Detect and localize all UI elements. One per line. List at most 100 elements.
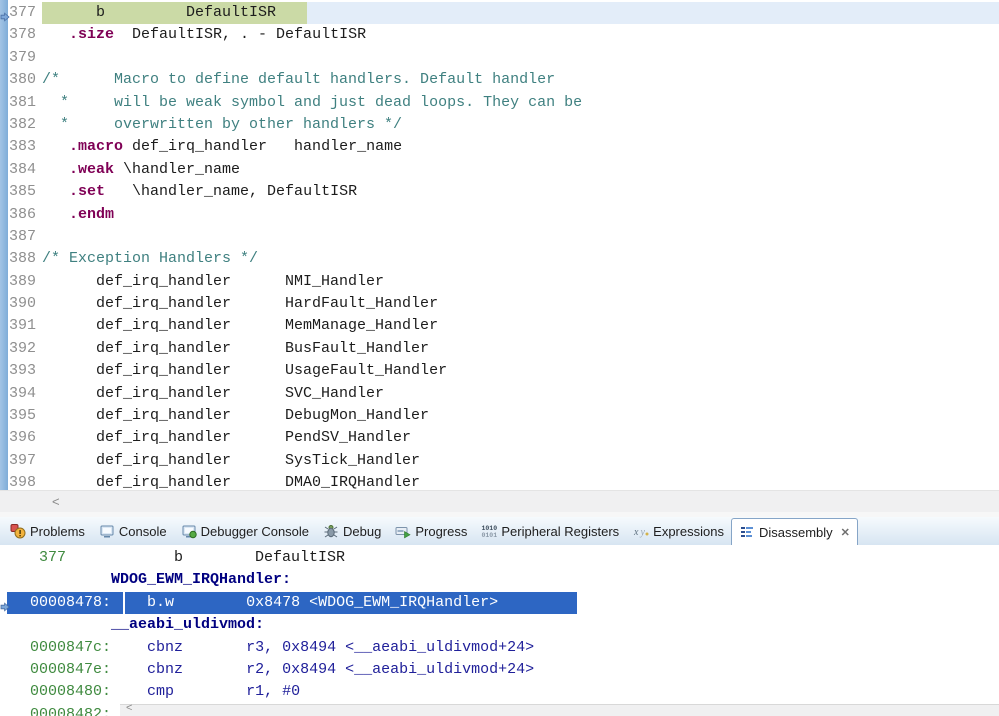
editor-line[interactable]: 398 def_irq_handler DMA0_IRQHandler — [0, 472, 999, 490]
editor-line[interactable]: 392 def_irq_handler BusFault_Handler — [0, 338, 999, 360]
instruction-address: 00008480: — [30, 683, 111, 700]
code-text: * overwritten by other handlers */ — [42, 114, 402, 136]
code-text: .size DefaultISR, . - DefaultISR — [42, 24, 366, 46]
code-segment — [42, 26, 69, 43]
line-number: 386 — [9, 204, 36, 226]
disassembly-instruction-row[interactable]: 0000847e: cbnz r2, 0x8494 <__aeabi_uldiv… — [0, 659, 999, 681]
code-segment: def_irq_handler UsageFault_Handler — [42, 362, 447, 379]
tab-debug[interactable]: Debug — [316, 517, 388, 545]
gap — [111, 639, 147, 656]
editor-line[interactable]: 386 .endm — [0, 204, 999, 226]
line-number: 398 — [9, 472, 36, 490]
tab-disassembly[interactable]: Disassembly✕ — [731, 518, 858, 545]
disassembly-instruction-row[interactable]: 0000847c: cbnz r3, 0x8494 <__aeabi_uldiv… — [0, 637, 999, 659]
editor-line[interactable]: 389 def_irq_handler NMI_Handler — [0, 271, 999, 293]
disassembly-instruction-row[interactable]: 00008480: cmp r1, #0 — [0, 681, 999, 703]
instruction-operands: r2, 0x8494 <__aeabi_uldivmod+24> — [246, 661, 534, 678]
scroll-left-arrow-icon[interactable]: < — [126, 702, 132, 714]
editor-line[interactable]: 393 def_irq_handler UsageFault_Handler — [0, 360, 999, 382]
tab-label: Problems — [30, 524, 85, 539]
code-segment: def_irq_handler BusFault_Handler — [42, 340, 429, 357]
editor-line[interactable]: 385 .set \handler_name, DefaultISR — [0, 181, 999, 203]
code-editor[interactable]: 377 b DefaultISR378 .size DefaultISR, . … — [0, 0, 999, 490]
disassembly-segment — [30, 571, 111, 588]
editor-horizontal-scrollbar[interactable]: < — [0, 490, 999, 513]
tab-problems[interactable]: Problems — [3, 517, 92, 545]
gap — [111, 661, 147, 678]
editor-line[interactable]: 387 — [0, 226, 999, 248]
code-segment: def_irq_handler SysTick_Handler — [42, 452, 420, 469]
disassembly-segment: __aeabi_uldivmod: — [111, 616, 264, 633]
editor-line[interactable]: 384 .weak \handler_name — [0, 159, 999, 181]
editor-line[interactable]: 396 def_irq_handler PendSV_Handler — [0, 427, 999, 449]
line-number: 390 — [9, 293, 36, 315]
peripheral-registers-icon: 10100101 — [481, 523, 497, 539]
code-segment: def_irq_handler handler_name — [123, 138, 402, 155]
code-segment: def_irq_handler PendSV_Handler — [42, 429, 411, 446]
editor-line[interactable]: 383 .macro def_irq_handler handler_name — [0, 136, 999, 158]
disassembly-instruction-row[interactable]: 00008478: b.w 0x8478 <WDOG_EWM_IRQHandle… — [0, 592, 999, 614]
disassembly-panel[interactable]: 377 b DefaultISR WDOG_EWM_IRQHandler:000… — [0, 545, 999, 716]
ide-window: 377 b DefaultISR378 .size DefaultISR, . … — [0, 0, 999, 716]
code-segment: def_irq_handler DMA0_IRQHandler — [42, 474, 420, 490]
code-segment — [42, 183, 69, 200]
tab-debugger-console[interactable]: Debugger Console — [174, 517, 316, 545]
svg-text:y: y — [640, 527, 646, 538]
instruction-address: 0000847c: — [30, 639, 111, 656]
editor-line[interactable]: 388/* Exception Handlers */ — [0, 248, 999, 270]
tab-label: Expressions — [653, 524, 724, 539]
editor-line[interactable]: 379 — [0, 47, 999, 69]
editor-line[interactable]: 382 * overwritten by other handlers */ — [0, 114, 999, 136]
views-tab-bar: Problems ConsoleDebugger ConsoleDebugProg… — [0, 517, 999, 545]
editor-line[interactable]: 397 def_irq_handler SysTick_Handler — [0, 450, 999, 472]
tab-progress[interactable]: Progress — [388, 517, 474, 545]
editor-line[interactable]: 378 .size DefaultISR, . - DefaultISR — [0, 24, 999, 46]
line-number: 389 — [9, 271, 36, 293]
disassembly-source-row[interactable]: 377 b DefaultISR — [0, 547, 999, 569]
editor-line[interactable]: 391 def_irq_handler MemManage_Handler — [0, 315, 999, 337]
code-segment: * will be weak symbol and just dead loop… — [42, 94, 582, 111]
code-text: def_irq_handler NMI_Handler — [42, 271, 384, 293]
code-segment: * overwritten by other handlers */ — [42, 116, 402, 133]
editor-line[interactable]: 395 def_irq_handler DebugMon_Handler — [0, 405, 999, 427]
debug-icon — [323, 523, 339, 539]
editor-line[interactable]: 380/* Macro to define default handlers. … — [0, 69, 999, 91]
line-number: 391 — [9, 315, 36, 337]
scroll-left-arrow-icon[interactable]: < — [52, 494, 60, 509]
svg-text:0101: 0101 — [482, 532, 498, 539]
code-segment: \handler_name — [114, 161, 240, 178]
code-text: .set \handler_name, DefaultISR — [42, 181, 357, 203]
code-segment — [42, 206, 69, 223]
editor-line[interactable]: 377 b DefaultISR — [0, 2, 999, 24]
code-segment: .macro — [69, 138, 123, 155]
close-icon[interactable]: ✕ — [841, 526, 850, 539]
instruction-mnemonic: cmp — [147, 683, 246, 700]
line-number: 397 — [9, 450, 36, 472]
line-number: 378 — [9, 24, 36, 46]
line-number: 381 — [9, 92, 36, 114]
instruction-address: 00008482: — [30, 706, 111, 716]
tab-console[interactable]: Console — [92, 517, 174, 545]
code-text: def_irq_handler DebugMon_Handler — [42, 405, 429, 427]
code-text: .endm — [42, 204, 114, 226]
editor-line[interactable]: 381 * will be weak symbol and just dead … — [0, 92, 999, 114]
problems-icon — [10, 523, 26, 539]
disassembly-horizontal-scrollbar[interactable]: < — [120, 704, 999, 716]
editor-line[interactable]: 390 def_irq_handler HardFault_Handler — [0, 293, 999, 315]
code-text: /* Macro to define default handlers. Def… — [42, 69, 555, 91]
line-number: 396 — [9, 427, 36, 449]
line-number: 393 — [9, 360, 36, 382]
line-number: 395 — [9, 405, 36, 427]
code-segment: .set — [69, 183, 105, 200]
code-segment: def_irq_handler HardFault_Handler — [42, 295, 438, 312]
instruction-address: 00008478: — [30, 594, 111, 611]
editor-line[interactable]: 394 def_irq_handler SVC_Handler — [0, 383, 999, 405]
instruction-mnemonic: cbnz — [147, 661, 246, 678]
tab-peripheral-registers[interactable]: 10100101Peripheral Registers — [474, 517, 626, 545]
instruction-pointer-icon — [0, 598, 10, 608]
disassembly-label-row[interactable]: __aeabi_uldivmod: — [0, 614, 999, 636]
disassembly-label-row[interactable]: WDOG_EWM_IRQHandler: — [0, 569, 999, 591]
code-segment: \handler_name, DefaultISR — [105, 183, 357, 200]
tab-expressions[interactable]: xyExpressions — [626, 517, 731, 545]
line-number: 382 — [9, 114, 36, 136]
